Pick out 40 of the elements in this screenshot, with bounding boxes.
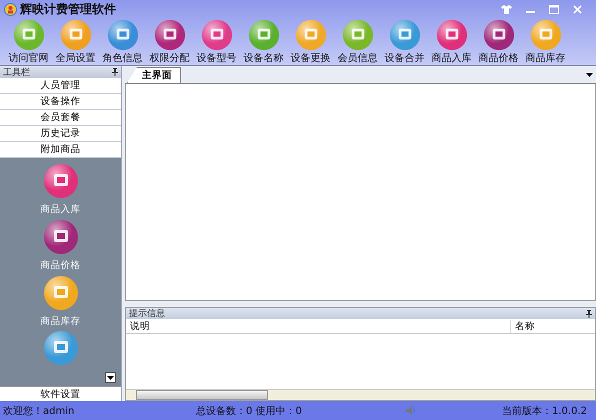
- column-header[interactable]: 说明: [126, 320, 511, 332]
- version-text: 当前版本：1.0.0.2: [502, 404, 588, 418]
- close-icon[interactable]: [573, 4, 582, 14]
- toolbar-button[interactable]: 角色信息: [100, 18, 145, 65]
- panel-title: 提示信息: [129, 308, 165, 320]
- toolbar-button[interactable]: 设备合并: [382, 18, 427, 65]
- sidebar-category[interactable]: 软件设置: [0, 386, 121, 401]
- sidebar-category[interactable]: 附加商品: [0, 142, 121, 158]
- toolbar-button[interactable]: 访问官网: [6, 18, 51, 65]
- toolbar-button[interactable]: 商品入库: [429, 18, 474, 65]
- toolbar-button[interactable]: 权限分配: [147, 18, 192, 65]
- dropdown-arrow-icon: [586, 73, 593, 77]
- pin-icon[interactable]: [586, 310, 592, 318]
- device-count-text: 总设备数：0 使用中：0: [196, 404, 303, 418]
- sidebar-category[interactable]: 设备操作: [0, 94, 121, 110]
- horizontal-scrollbar[interactable]: [126, 389, 595, 400]
- tab[interactable]: 主界面: [127, 67, 181, 83]
- maximize-icon[interactable]: [549, 4, 559, 14]
- toolbar-button[interactable]: 设备更换: [288, 18, 333, 65]
- toolbar-button[interactable]: 商品库存: [523, 18, 568, 65]
- toolbar-button[interactable]: 设备型号: [194, 18, 239, 65]
- panel-item-label[interactable]: 商品价格: [40, 258, 80, 272]
- panel-item-label[interactable]: 商品库存: [40, 314, 80, 328]
- toolbar-button[interactable]: 设备名称: [241, 18, 286, 65]
- sidebar-category[interactable]: 人员管理: [0, 78, 121, 94]
- shirt-icon[interactable]: [501, 4, 512, 14]
- pin-icon[interactable]: [112, 68, 118, 76]
- welcome-text: 欢迎您！admin: [3, 404, 76, 418]
- column-header[interactable]: 名称: [511, 320, 535, 332]
- app-logo-icon: [4, 2, 17, 16]
- scroll-down-button[interactable]: [105, 372, 116, 383]
- dropdown-arrow-icon: [107, 376, 114, 380]
- sidebar-category[interactable]: 会员套餐: [0, 110, 121, 126]
- toolbar-button[interactable]: 全局设置: [53, 18, 98, 65]
- sidebar-category[interactable]: 历史记录: [0, 126, 121, 142]
- panel-title: 工具栏: [3, 66, 30, 78]
- window-title: 辉映计费管理软件: [20, 0, 116, 18]
- panel-item-label[interactable]: 商品入库: [40, 203, 80, 216]
- toolbar-button[interactable]: 商品价格: [476, 18, 521, 65]
- toolbar-button[interactable]: 会员信息: [335, 18, 380, 65]
